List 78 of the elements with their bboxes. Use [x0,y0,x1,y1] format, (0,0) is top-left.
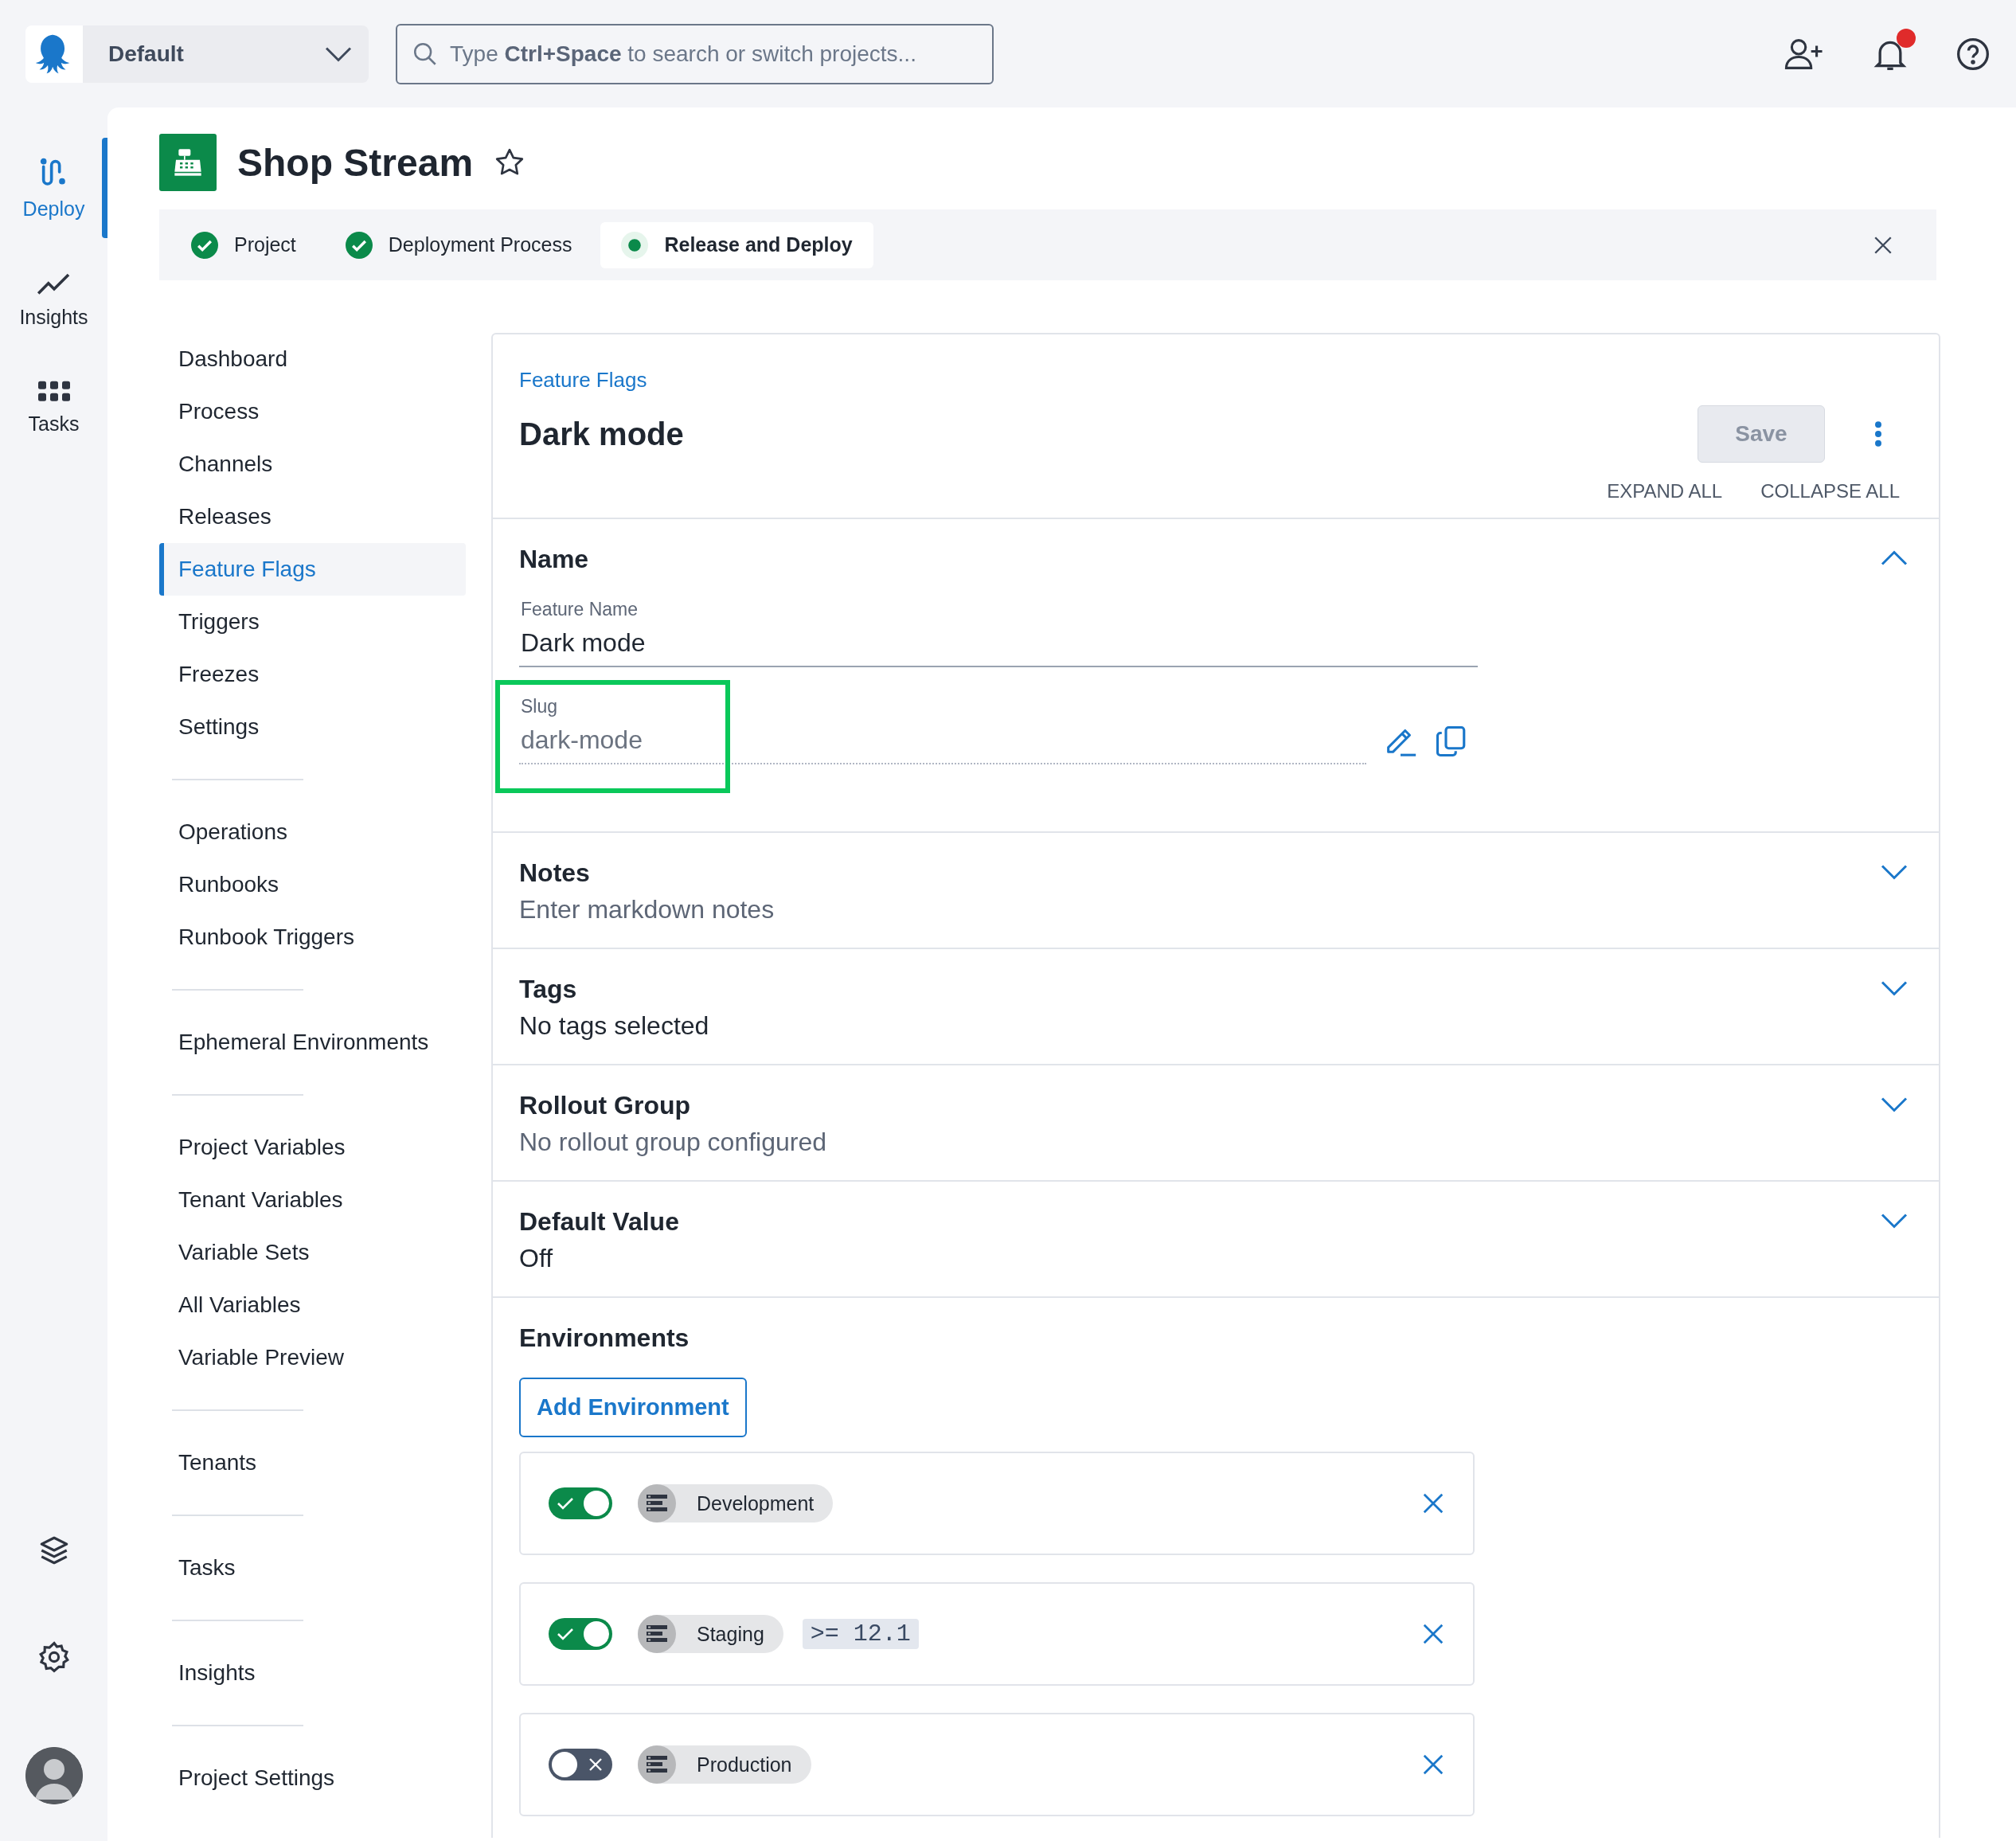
rail-item[interactable]: Tasks [0,358,107,458]
more-icon[interactable] [1874,420,1882,448]
section-title: Tags [519,974,577,1005]
sidebar-item[interactable]: Dashboard [159,333,466,385]
chevron-down-icon[interactable] [1880,1212,1909,1229]
octopus-logo-icon[interactable] [25,25,83,83]
check-icon [557,1496,574,1511]
section-title: Rollout Group [519,1090,691,1121]
slug-field: Slug dark-mode [519,685,1366,764]
add-environment-button[interactable]: Add Environment [519,1378,747,1437]
progress-step[interactable]: Project [170,221,317,268]
sidebar-item[interactable]: Tenants [159,1436,466,1489]
server-icon [638,1615,676,1653]
section-summary: No tags selected [519,1010,710,1042]
help-icon[interactable] [1955,36,1991,72]
progress-step[interactable]: Release and Deploy [600,221,873,268]
environment-chip: Development [638,1484,834,1522]
version-condition: >= 12.1 [802,1619,919,1649]
cash-register-icon [159,134,217,191]
section-summary: Off [519,1243,554,1274]
progress-step[interactable]: Deployment Process [324,221,593,268]
sidebar-item[interactable]: Runbook Triggers [159,911,466,963]
sidebar-item[interactable]: Releases [159,491,466,543]
cross-icon [588,1757,603,1772]
section-summary: Enter markdown notes [519,894,776,925]
toggle-switch[interactable] [549,1487,612,1519]
rail-item[interactable]: Insights [0,248,107,348]
section-title: Default Value [519,1206,679,1237]
feature-name-field[interactable]: Feature Name Dark mode [519,599,1478,667]
check-circle-icon [191,231,218,259]
breadcrumb-link[interactable]: Feature Flags [519,368,647,392]
sidebar-item[interactable]: Channels [159,438,466,491]
chevron-down-icon[interactable] [1880,1096,1909,1113]
server-icon [638,1745,676,1784]
sidebar-item[interactable]: Tasks [159,1542,466,1594]
remove-icon[interactable] [1421,1491,1445,1515]
environment-chip: Staging [638,1615,783,1653]
status-dot-icon [621,231,649,259]
sidebar-item[interactable]: All Variables [159,1279,466,1331]
environment-chip: Production [638,1745,811,1784]
page-title: Dark mode [519,416,684,452]
avatar[interactable] [25,1747,83,1804]
sidebar-item[interactable]: Operations [159,806,466,858]
sidebar-item[interactable]: Settings [159,701,466,753]
remove-icon[interactable] [1421,1622,1445,1646]
toggle-switch[interactable] [549,1618,612,1650]
remove-icon[interactable] [1421,1753,1445,1777]
tasks-icon [37,380,70,403]
check-circle-icon [345,231,373,259]
workspace-selector[interactable]: Default [83,25,369,83]
chevron-up-icon[interactable] [1880,549,1909,567]
server-icon [638,1484,676,1522]
rail-item[interactable]: Deploy [0,138,107,238]
settings-icon[interactable] [37,1640,71,1674]
project-title: Shop Stream [237,140,474,185]
sidebar-item[interactable]: Tenant Variables [159,1174,466,1226]
section-title: Notes [519,858,590,889]
sidebar-item[interactable]: Runbooks [159,858,466,911]
search-field[interactable]: Type Ctrl+Space to search or switch projects... [396,23,994,84]
sidebar-item[interactable]: Process [159,385,466,438]
sidebar-item[interactable]: Variable Preview [159,1331,466,1384]
sidebar-item[interactable]: Ephemeral Environments [159,1016,466,1069]
chevron-down-icon[interactable] [1880,979,1909,997]
sidebar-item[interactable]: Triggers [159,596,466,648]
sidebar-item[interactable]: Insights [159,1647,466,1699]
sidebar-item[interactable]: Freezes [159,648,466,701]
section-title: Name [519,544,589,575]
sidebar-item[interactable]: Feature Flags [159,543,466,596]
toggle-switch[interactable] [549,1749,612,1780]
section-title: Environments [519,1323,690,1354]
sidebar-item[interactable]: Variable Sets [159,1226,466,1279]
check-icon [557,1627,574,1641]
expand-all-link[interactable]: EXPAND ALL [1607,480,1723,502]
chevron-down-icon[interactable] [1880,863,1909,881]
sidebar-item[interactable]: Project Variables [159,1121,466,1174]
collapse-all-link[interactable]: COLLAPSE ALL [1760,480,1900,502]
section-summary: No rollout group configured [519,1127,827,1158]
sidebar-item[interactable]: Project Settings [159,1752,466,1804]
